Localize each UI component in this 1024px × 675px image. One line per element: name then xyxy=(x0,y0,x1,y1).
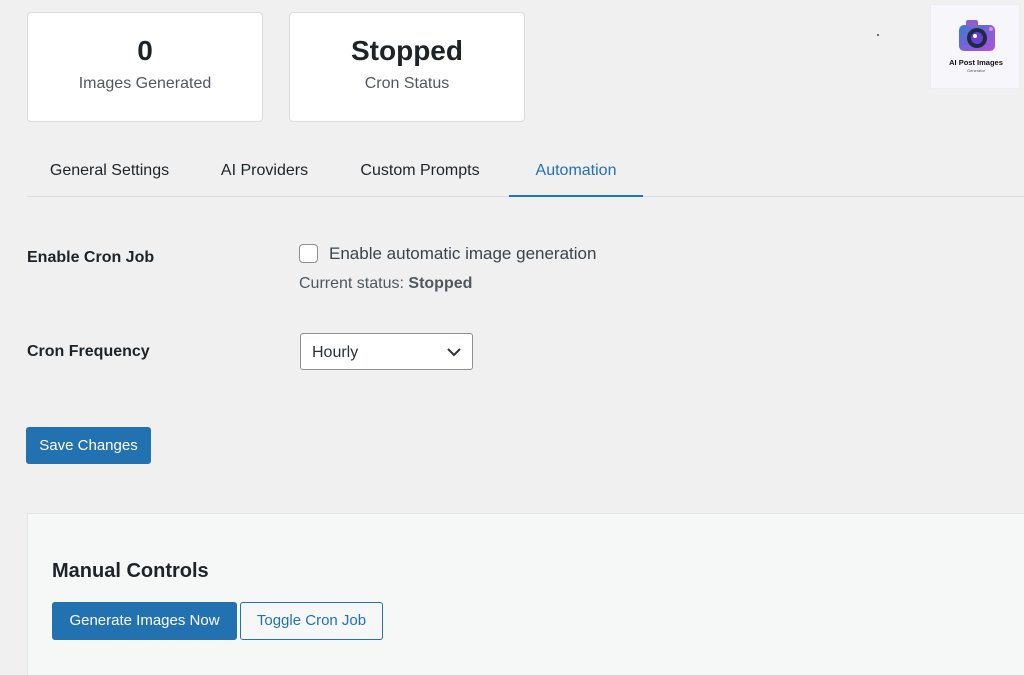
cron-status-card: Stopped Cron Status xyxy=(289,12,525,122)
logo-text-line1: AI Post Images xyxy=(949,58,1003,67)
toggle-cron-job-button[interactable]: Toggle Cron Job xyxy=(240,602,383,640)
enable-cron-label: Enable Cron Job xyxy=(27,249,155,266)
settings-tabs: General Settings AI Providers Custom Pro… xyxy=(27,148,1024,197)
images-generated-value: 0 xyxy=(137,35,153,66)
logo-text-line2: Generator xyxy=(967,68,986,73)
cron-status-value: Stopped xyxy=(351,35,463,66)
cron-frequency-select[interactable]: Hourly xyxy=(300,333,473,370)
tab-general-settings[interactable]: General Settings xyxy=(27,148,192,197)
enable-cron-checkbox[interactable] xyxy=(299,244,318,263)
cron-frequency-label: Cron Frequency xyxy=(27,343,150,360)
manual-controls-panel: Manual Controls Generate Images Now Togg… xyxy=(27,513,1024,675)
generate-images-now-button[interactable]: Generate Images Now xyxy=(52,602,237,640)
cron-frequency-value: Hourly xyxy=(312,344,359,361)
enable-cron-checkbox-label[interactable]: Enable automatic image generation xyxy=(329,244,596,264)
current-status-value: Stopped xyxy=(408,275,473,292)
save-changes-button[interactable]: Save Changes xyxy=(26,427,151,464)
cron-status-label: Cron Status xyxy=(364,75,450,92)
decorative-dot xyxy=(877,34,879,36)
chevron-down-icon xyxy=(447,348,461,357)
tab-ai-providers[interactable]: AI Providers xyxy=(203,148,326,197)
current-status-prefix: Current status: xyxy=(299,275,404,292)
tab-custom-prompts[interactable]: Custom Prompts xyxy=(345,148,495,197)
plugin-logo: AI Post Images Generator xyxy=(930,4,1020,89)
automation-settings-page: 0 Images Generated Stopped Cron Status A… xyxy=(0,0,1024,675)
current-status-line: Current status: Stopped xyxy=(299,275,472,293)
tab-automation[interactable]: Automation xyxy=(509,148,643,197)
camera-logo-icon: AI Post Images Generator xyxy=(949,20,1003,73)
images-generated-label: Images Generated xyxy=(78,75,212,92)
manual-controls-title: Manual Controls xyxy=(52,560,209,582)
images-generated-card: 0 Images Generated xyxy=(27,12,263,122)
